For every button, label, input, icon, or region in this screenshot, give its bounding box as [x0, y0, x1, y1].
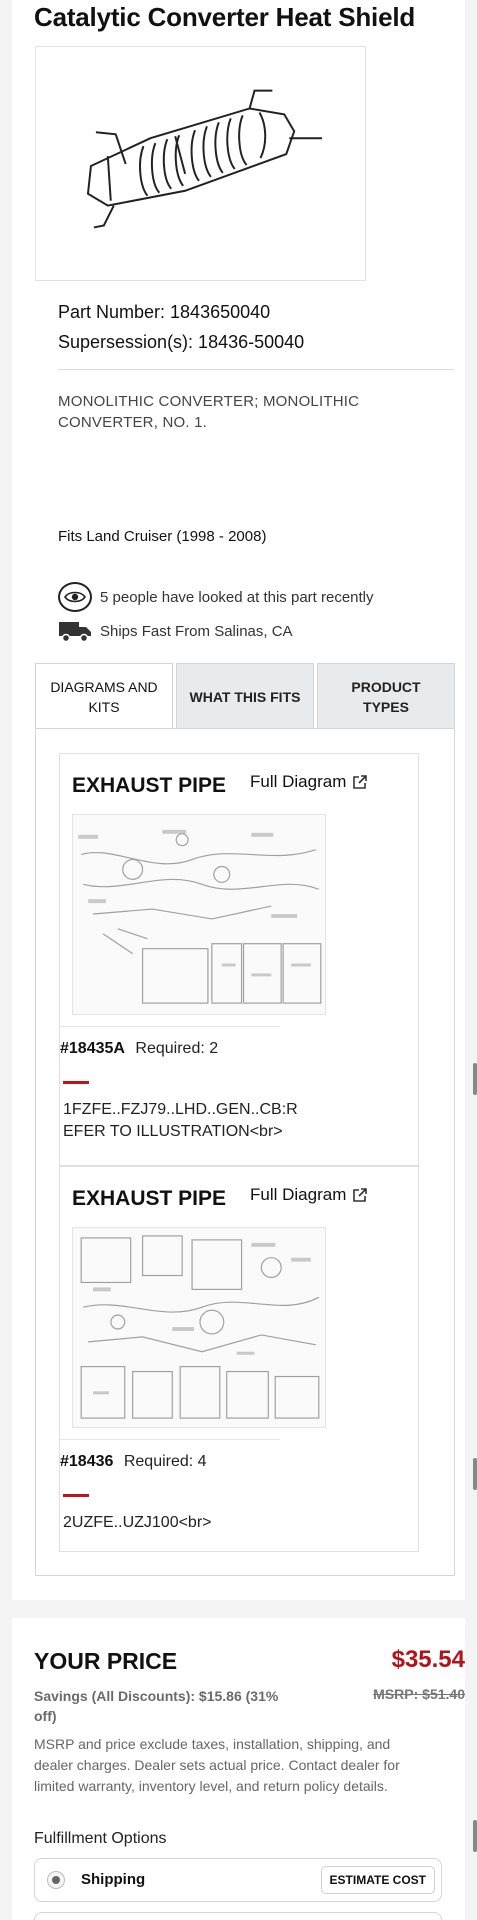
exhaust-diagram-image: [78, 829, 322, 1004]
divider: [60, 1439, 280, 1440]
external-link-icon: [353, 775, 368, 789]
msrp-price: MSRP: $51.40: [373, 1686, 465, 1702]
page-title: Catalytic Converter Heat Shield: [34, 2, 416, 32]
shipping-radio[interactable]: [47, 1871, 65, 1889]
fulfillment-option[interactable]: [34, 1912, 442, 1920]
views-text: 5 people have looked at this part recent…: [100, 588, 374, 606]
product-card: Catalytic Converter Heat Shield Part Num…: [12, 0, 465, 1600]
scrollbar-marker: [473, 1063, 477, 1095]
diagrams-panel: EXHAUST PIPE Full Diagram #18435A Requir…: [35, 728, 455, 1576]
full-diagram-link[interactable]: Full Diagram: [250, 1185, 368, 1205]
diagram-note: 1FZFE..FZJ79..LHD..GEN..CB:REFER TO ILLU…: [63, 1101, 298, 1140]
heat-shield-illustration: [86, 89, 322, 229]
supersession: Supersession(s): 18436-50040: [58, 332, 305, 352]
diagram-card: EXHAUST PIPE Full Diagram: [59, 1166, 419, 1552]
part-description: MONOLITHIC CONVERTER; MONOLITHIC CONVERT…: [58, 393, 360, 431]
fulfillment-title: Fulfillment Options: [34, 1830, 167, 1847]
full-diagram-label: Full Diagram: [250, 1185, 347, 1204]
diagram-card: EXHAUST PIPE Full Diagram: [59, 753, 419, 1166]
diagram-title: EXHAUST PIPE: [72, 1187, 227, 1210]
scrollbar-marker: [473, 1820, 477, 1852]
diagram-thumbnail[interactable]: [72, 1227, 326, 1428]
savings-text: Savings (All Discounts): $15.86 (31% off…: [34, 1688, 279, 1724]
required-quantity: Required: 2: [135, 1040, 219, 1057]
diagram-thumbnail[interactable]: [72, 814, 326, 1015]
reference-number: #18436: [60, 1453, 114, 1470]
accent-bar: [63, 1494, 89, 1497]
scrollbar-marker: [473, 1458, 477, 1490]
part-number: Part Number: 1843650040: [58, 302, 271, 322]
estimate-cost-button[interactable]: ESTIMATE COST: [320, 1866, 435, 1894]
divider: [58, 369, 454, 370]
truck-icon: [58, 619, 92, 643]
eye-icon: [58, 582, 92, 612]
required-quantity: Required: 4: [123, 1453, 207, 1470]
divider: [60, 1026, 280, 1027]
sale-price: $35.54: [391, 1646, 465, 1673]
diagram-title: EXHAUST PIPE: [72, 774, 227, 797]
full-diagram-link[interactable]: Full Diagram: [250, 772, 368, 792]
full-diagram-label: Full Diagram: [250, 772, 347, 791]
tab-diagrams-and-kits[interactable]: DIAGRAMS AND KITS: [35, 663, 173, 729]
fitment-summary: Fits Land Cruiser (1998 - 2008): [58, 528, 267, 545]
tab-product-types[interactable]: PRODUCT TYPES: [317, 663, 455, 729]
ships-text: Ships Fast From Salinas, CA: [100, 622, 293, 640]
shipping-option[interactable]: Shipping ESTIMATE COST: [34, 1858, 442, 1902]
views-info: 5 people have looked at this part recent…: [58, 582, 374, 612]
price-disclaimer: MSRP and price exclude taxes, installati…: [34, 1736, 400, 1794]
diagram-reference: #18436 Required: 4: [60, 1453, 207, 1471]
tab-what-this-fits[interactable]: WHAT THIS FITS: [176, 663, 314, 729]
diagram-note: 2UZFE..UZJ100<br>: [63, 1514, 212, 1531]
product-image[interactable]: [35, 46, 366, 281]
shipping-info: Ships Fast From Salinas, CA: [58, 617, 293, 645]
price-card: YOUR PRICE $35.54 Savings (All Discounts…: [12, 1618, 465, 1920]
shipping-label: Shipping: [81, 1871, 146, 1888]
accent-bar: [63, 1081, 89, 1084]
tab-bar: DIAGRAMS AND KITS WHAT THIS FITS PRODUCT…: [35, 663, 455, 729]
exhaust-diagram-image: [80, 1235, 320, 1419]
price-label: YOUR PRICE: [34, 1648, 178, 1674]
diagram-reference: #18435A Required: 2: [60, 1040, 218, 1058]
external-link-icon: [353, 1188, 368, 1202]
reference-number: #18435A: [60, 1040, 125, 1057]
